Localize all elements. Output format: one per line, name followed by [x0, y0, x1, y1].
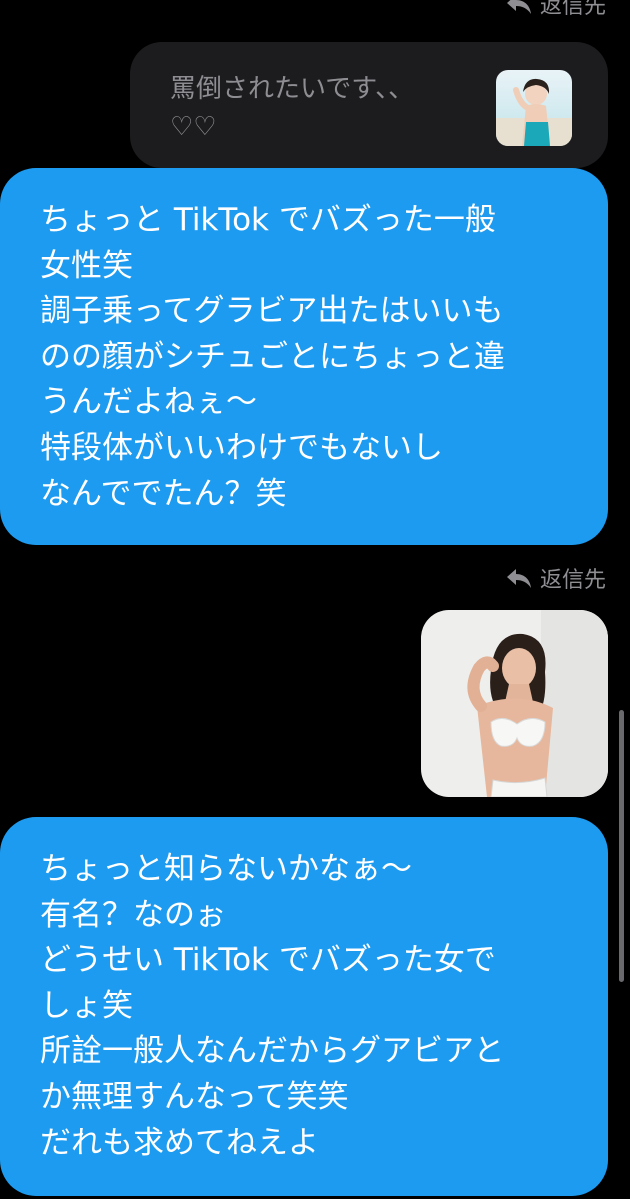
reply-arrow-icon — [506, 569, 531, 588]
quoted-message[interactable]: 罵倒されたいです、、 ♡♡ — [130, 42, 608, 168]
photo-attachment[interactable] — [421, 610, 608, 797]
message-bubble-2[interactable]: ちょっと知らないかなぁ〜 有名？なのぉ どうせい TikTok でバズった女で … — [0, 817, 608, 1196]
message-1-line: 女性笑 — [40, 247, 133, 284]
message-2-line: か無理すんなって笑笑 — [40, 1078, 349, 1115]
message-1-line: 特段体がいいわけでもないし — [40, 429, 443, 466]
scrollbar[interactable] — [619, 710, 624, 982]
quoted-thumbnail-image — [496, 70, 572, 146]
message-2-line: だれも求めてねえよ — [40, 1124, 319, 1161]
quoted-message-text: 罵倒されたいです、、 ♡♡ — [170, 70, 488, 146]
message-1-line: のの顔がシチュごとにちょっと違 — [40, 338, 505, 375]
message-2-line: 有名？なのぉ — [40, 896, 226, 933]
message-2-line: どうせい TikTok でバズった女で — [40, 942, 496, 979]
message-2-line: ちょっと知らないかなぁ〜 — [40, 851, 412, 887]
reply-arrow-icon — [506, 0, 531, 14]
message-2-line: 所詮一般人なんだからグアビアと — [40, 1033, 505, 1070]
quoted-line-2: ♡♡ — [170, 112, 217, 142]
message-1-line: 調子乗ってグラビア出たはいいも — [40, 293, 504, 330]
message-1-line: ちょっと TikTok でバズった一般 — [40, 202, 496, 238]
message-2-line: しょ笑 — [40, 987, 133, 1024]
reply-label-top: 返信先 — [506, 0, 606, 20]
message-bubble-1[interactable]: ちょっと TikTok でバズった一般 女性笑 調子乗ってグラビア出たはいいも … — [0, 168, 608, 545]
reply-label-text: 返信先 — [539, 568, 606, 593]
reply-label-text: 返信先 — [539, 0, 606, 19]
photo-image — [421, 610, 608, 797]
quoted-line-1: 罵倒されたいです、、 — [170, 74, 415, 104]
message-1-line: なんででたん？笑 — [40, 475, 287, 512]
message-1-line: うんだよねぇ〜 — [40, 384, 257, 421]
quoted-thumbnail[interactable] — [496, 70, 572, 146]
reply-label-middle: 返信先 — [506, 562, 606, 594]
